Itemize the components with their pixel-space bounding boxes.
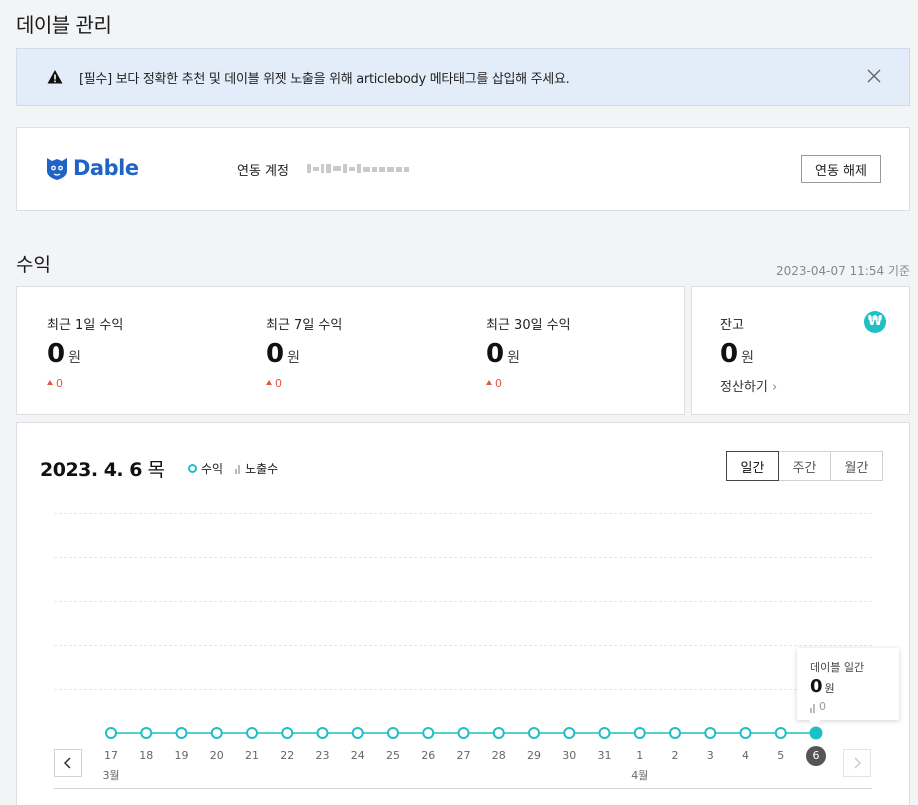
revenue-point[interactable] <box>316 727 329 739</box>
x-tick-label[interactable]: 27 <box>452 749 476 762</box>
warning-icon <box>47 70 63 84</box>
close-icon[interactable] <box>865 67 883 85</box>
revenue-point[interactable] <box>246 727 258 739</box>
x-axis-line <box>54 788 872 789</box>
x-tick-label[interactable]: 2 <box>663 749 687 762</box>
stat-value: 0원 <box>486 339 520 369</box>
balance-label: 잔고 <box>720 318 744 333</box>
alert-text: [필수] 보다 정확한 추천 및 데이블 위젯 노출을 위해 articlebo… <box>79 72 570 87</box>
revenue-point[interactable] <box>210 727 223 739</box>
dable-logo-icon <box>47 158 67 180</box>
stat-delta: 0 <box>266 377 282 390</box>
chart-tooltip: 데이블 일간 0원 0 <box>797 648 899 726</box>
x-tick-label[interactable]: 1 <box>628 749 652 762</box>
x-tick-label[interactable]: 3 <box>698 749 722 762</box>
revenue-point[interactable] <box>387 727 399 739</box>
revenue-point[interactable] <box>669 727 681 739</box>
dable-logo: Dable <box>45 155 139 181</box>
x-tick-label[interactable]: 23 <box>311 749 335 762</box>
chart-prev-button[interactable] <box>54 749 82 777</box>
x-tick-label[interactable]: 5 <box>769 749 793 762</box>
x-tick-label[interactable]: 25 <box>381 749 405 762</box>
triangle-up-icon <box>486 380 492 385</box>
chevron-right-icon: › <box>771 380 778 395</box>
chevron-left-icon <box>63 757 71 769</box>
dable-logo-text: Dable <box>73 156 139 180</box>
x-tick-label[interactable]: 28 <box>487 749 511 762</box>
alert-banner: [필수] 보다 정확한 추천 및 데이블 위젯 노출을 위해 articlebo… <box>16 48 910 106</box>
x-month-label: 3월 <box>102 769 120 782</box>
x-tick-label[interactable]: 29 <box>522 749 546 762</box>
stat-label: 최근 1일 수익 <box>47 318 124 333</box>
revenue-summary-card: 최근 1일 수익 0원 0 최근 7일 수익 0원 0 최근 30일 수익 0원… <box>16 286 685 415</box>
revenue-point[interactable] <box>457 727 470 739</box>
revenue-section-title: 수익 <box>16 254 51 276</box>
revenue-point[interactable] <box>598 727 611 739</box>
revenue-point[interactable] <box>492 727 505 739</box>
x-tick-label[interactable]: 4 <box>734 749 758 762</box>
revenue-point[interactable] <box>351 727 364 739</box>
account-value-redacted <box>307 164 427 174</box>
tooltip-title: 데이블 일간 <box>810 661 865 674</box>
revenue-point[interactable] <box>809 726 823 740</box>
triangle-up-icon <box>266 380 272 385</box>
stat-value: 0원 <box>266 339 300 369</box>
stat-value: 0원 <box>47 339 81 369</box>
revenue-point[interactable] <box>422 727 435 739</box>
account-label: 연동 계정 <box>237 164 289 179</box>
revenue-point[interactable] <box>528 727 540 739</box>
impressions-icon <box>810 703 816 713</box>
chart-next-button[interactable] <box>843 749 871 777</box>
x-tick-label[interactable]: 24 <box>346 749 370 762</box>
revenue-point[interactable] <box>281 727 294 739</box>
x-tick-label[interactable]: 26 <box>416 749 440 762</box>
x-tick-label[interactable]: 20 <box>205 749 229 762</box>
stat-label: 최근 30일 수익 <box>486 318 571 333</box>
x-tick-label[interactable]: 22 <box>275 749 299 762</box>
revenue-timestamp: 2023-04-07 11:54 기준 <box>775 264 910 278</box>
balance-value: 0원 <box>720 339 754 369</box>
x-tick-label[interactable]: 18 <box>134 749 158 762</box>
revenue-chart-card: 2023. 4. 6 목 수익 노출수 일간 주간 월간 17 18 19 20 21 2… <box>16 422 910 805</box>
x-month-label: 4월 <box>631 769 649 782</box>
x-tick-label[interactable]: 30 <box>557 749 581 762</box>
stat-delta: 0 <box>486 377 502 390</box>
x-tick-label[interactable]: 21 <box>240 749 264 762</box>
dable-link-card: Dable 연동 계정 연동 해제 <box>16 127 910 211</box>
revenue-point[interactable] <box>175 727 188 739</box>
tab-daily[interactable]: 일간 <box>726 451 779 481</box>
settle-link[interactable]: 정산하기 › <box>720 376 777 395</box>
revenue-point[interactable] <box>633 727 646 739</box>
revenue-point[interactable] <box>739 727 752 739</box>
x-tick-label[interactable]: 6 <box>806 746 826 766</box>
won-icon: ₩ <box>864 311 886 333</box>
balance-card: 잔고 0원 ₩ 정산하기 › <box>691 286 910 415</box>
chevron-right-icon <box>854 757 862 769</box>
x-tick-label[interactable]: 17 <box>99 749 123 762</box>
revenue-point[interactable] <box>105 727 117 739</box>
page-title: 데이블 관리 <box>16 13 112 37</box>
x-tick-label[interactable]: 31 <box>593 749 617 762</box>
triangle-up-icon <box>47 380 53 385</box>
stat-label: 최근 7일 수익 <box>266 318 343 333</box>
revenue-point[interactable] <box>140 727 153 739</box>
unlink-button[interactable]: 연동 해제 <box>801 155 881 183</box>
tooltip-impressions: 0 <box>810 700 826 713</box>
x-tick-label[interactable]: 19 <box>170 749 194 762</box>
revenue-point[interactable] <box>563 727 576 739</box>
revenue-point[interactable] <box>704 727 717 739</box>
stat-delta: 0 <box>47 377 63 390</box>
revenue-point[interactable] <box>774 727 787 739</box>
tooltip-value: 0원 <box>810 676 835 697</box>
